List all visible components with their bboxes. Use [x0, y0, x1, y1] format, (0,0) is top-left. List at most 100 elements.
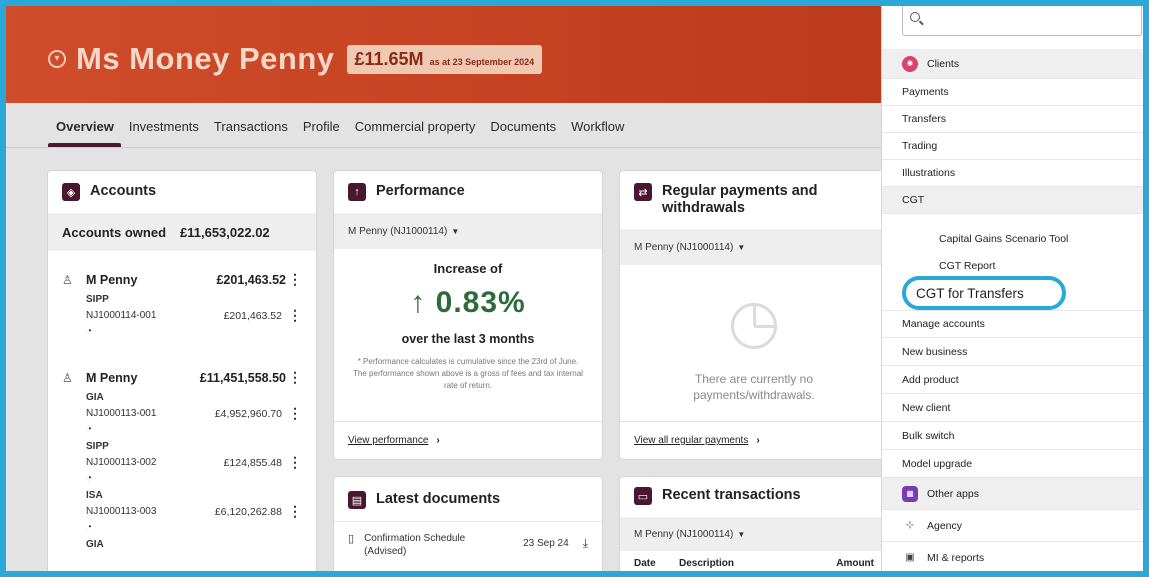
- more-options-icon[interactable]: ⋮: [286, 369, 302, 386]
- subaccount-type: SIPP: [86, 294, 109, 305]
- clients-icon: ✺: [902, 55, 918, 72]
- owner-name[interactable]: M Penny: [86, 371, 137, 385]
- navigation-menu: ✺ Clients Payments Transfers Trading Ill…: [881, 6, 1143, 571]
- subaccount[interactable]: SIPP NJ1000113-002 £124,855.48 ⋮ ◔: [86, 441, 302, 484]
- tab-documents[interactable]: Documents: [490, 119, 556, 134]
- document-icon: ▤: [348, 491, 366, 509]
- recent-transactions-title: Recent transactions: [662, 487, 801, 503]
- chart-icon[interactable]: ◔: [86, 522, 302, 533]
- tab-workflow[interactable]: Workflow: [571, 119, 624, 134]
- menu-item-label: Clients: [927, 57, 960, 70]
- account-selector[interactable]: M Penny (NJ1000114) ▼: [620, 517, 888, 551]
- subaccount[interactable]: SIPP NJ1000114-001 £201,463.52 ⋮ ◔: [86, 294, 302, 337]
- menu-item-label: Manage accounts: [902, 318, 985, 330]
- column-amount: Amount: [836, 557, 874, 569]
- performance-title: Performance: [376, 183, 465, 199]
- menu-item-label: Model upgrade: [902, 457, 973, 470]
- more-options-icon[interactable]: ⋮: [286, 405, 302, 422]
- more-options-icon[interactable]: ⋮: [286, 307, 302, 324]
- menu-item-model-upgrade[interactable]: Model upgrade: [882, 450, 1143, 478]
- menu-subitem-cgt-for-transfers[interactable]: CGT for Transfers: [902, 276, 1066, 310]
- tab-transactions[interactable]: Transactions: [214, 119, 288, 134]
- more-options-icon[interactable]: ⋮: [286, 271, 302, 288]
- menu-item-bulk-switch[interactable]: Bulk switch: [882, 422, 1143, 450]
- view-regular-payments-label[interactable]: View all regular payments: [634, 435, 748, 446]
- menu-item-transfers[interactable]: Transfers: [882, 106, 1143, 133]
- subaccount-ref: NJ1000113-002: [86, 457, 157, 468]
- tab-investments[interactable]: Investments: [129, 119, 199, 134]
- person-icon: ♙: [62, 370, 73, 385]
- menu-item-label: Other apps: [927, 487, 979, 500]
- client-name: Ms Money Penny: [76, 41, 335, 76]
- chart-icon[interactable]: ◔: [86, 424, 302, 435]
- menu-item-label: MI & reports: [927, 551, 985, 564]
- document-row[interactable]: ▯ Confirmation Schedule (Advised) 23 Sep…: [334, 521, 602, 568]
- view-performance-label[interactable]: View performance: [348, 435, 428, 446]
- menu-item-other-apps[interactable]: ▦ Other apps: [882, 478, 1143, 510]
- menu-item-trading[interactable]: Trading: [882, 133, 1143, 160]
- account-selector-label: M Penny (NJ1000114): [348, 225, 448, 237]
- menu-item-label: New client: [902, 401, 951, 414]
- chart-icon[interactable]: ◔: [86, 473, 302, 484]
- accounts-owned-total: £11,653,022.02: [180, 224, 270, 240]
- owner-amount: £201,463.52: [216, 272, 286, 287]
- subaccount[interactable]: ISA NJ1000113-003 £6,120,262.88 ⋮ ◔: [86, 490, 302, 533]
- menu-item-label: Trading: [902, 140, 938, 152]
- layers-icon: ◈: [62, 183, 80, 201]
- regular-payments-title: Regular payments and withdrawals: [662, 183, 818, 216]
- document-date: 23 Sep 24: [523, 538, 569, 549]
- account-selector-label: M Penny (NJ1000114): [634, 528, 734, 540]
- more-options-icon[interactable]: ⋮: [286, 503, 302, 520]
- menu-item-label: Illustrations: [902, 167, 956, 179]
- menu-item-mi-reports[interactable]: ▣ MI & reports: [882, 542, 1143, 571]
- download-icon[interactable]: ⤓: [583, 532, 588, 551]
- document-name[interactable]: Confirmation Schedule (Advised): [364, 532, 484, 558]
- performance-period: over the last 3 months: [401, 332, 535, 346]
- subaccount[interactable]: GIA NJ1000113-001 £4,952,960.70 ⋮ ◔: [86, 392, 302, 435]
- menu-item-label: New business: [902, 345, 968, 358]
- subaccount-type: GIA: [86, 539, 104, 550]
- tab-overview[interactable]: Overview: [56, 119, 114, 134]
- menu-item-label: Transfers: [902, 113, 946, 125]
- latest-documents-title: Latest documents: [376, 491, 501, 507]
- chevron-down-icon[interactable]: ▾: [48, 50, 66, 68]
- subaccount[interactable]: GIA: [86, 539, 302, 550]
- menu-item-payments[interactable]: Payments: [882, 79, 1143, 106]
- menu-item-new-business[interactable]: New business: [882, 338, 1143, 366]
- menu-item-label: Payments: [902, 86, 949, 98]
- search-input[interactable]: [902, 6, 1142, 36]
- subaccount-amount: £6,120,262.88: [214, 505, 282, 518]
- menu-item-agency[interactable]: ⊹ Agency: [882, 510, 1143, 542]
- clipboard-icon: ▣: [905, 552, 915, 563]
- chevron-right-icon: ›: [436, 435, 440, 446]
- subaccount-amount: £4,952,960.70: [214, 407, 282, 420]
- menu-item-add-product[interactable]: Add product: [882, 366, 1143, 394]
- menu-item-new-client[interactable]: New client: [882, 394, 1143, 422]
- view-performance-link[interactable]: View performance ›: [334, 421, 602, 459]
- subaccount-amount: £124,855.48: [223, 456, 282, 469]
- more-options-icon[interactable]: ⋮: [286, 454, 302, 471]
- subaccount-type: GIA: [86, 392, 104, 403]
- arrow-up-icon: ↑: [348, 183, 366, 201]
- chevron-down-icon: ▼: [737, 529, 746, 539]
- owner-name[interactable]: M Penny: [86, 273, 137, 287]
- chevron-down-icon: ▼: [451, 226, 460, 236]
- menu-item-clients[interactable]: ✺ Clients: [882, 49, 1143, 79]
- chart-icon[interactable]: ◔: [86, 326, 302, 337]
- accounts-card: ◈ Accounts Accounts owned £11,653,022.02 …: [47, 170, 317, 571]
- account-selector[interactable]: M Penny (NJ1000114) ▼: [620, 229, 888, 265]
- menu-item-illustrations[interactable]: Illustrations: [882, 160, 1143, 187]
- menu-item-manage-accounts[interactable]: Manage accounts: [882, 310, 1143, 338]
- latest-documents-card: ▤ Latest documents ▯ Confirmation Schedul…: [333, 476, 603, 571]
- performance-note: * Performance calculates is cumulative s…: [353, 357, 583, 390]
- recent-transactions-card: ▭ Recent transactions M Penny (NJ1000114)…: [619, 476, 889, 571]
- performance-card: ↑ Performance M Penny (NJ1000114) ▼ Increa…: [333, 170, 603, 460]
- menu-item-cgt[interactable]: CGT: [882, 187, 1143, 214]
- tab-profile[interactable]: Profile: [303, 119, 340, 134]
- view-regular-payments-link[interactable]: View all regular payments ›: [620, 421, 888, 459]
- account-selector[interactable]: M Penny (NJ1000114) ▼: [334, 213, 602, 249]
- person-icon: ♙: [62, 272, 73, 287]
- performance-label: Increase of: [433, 261, 503, 276]
- tab-commercial-property[interactable]: Commercial property: [355, 119, 476, 134]
- menu-subitem-capital-gains-scenario-tool[interactable]: Capital Gains Scenario Tool: [906, 226, 1143, 252]
